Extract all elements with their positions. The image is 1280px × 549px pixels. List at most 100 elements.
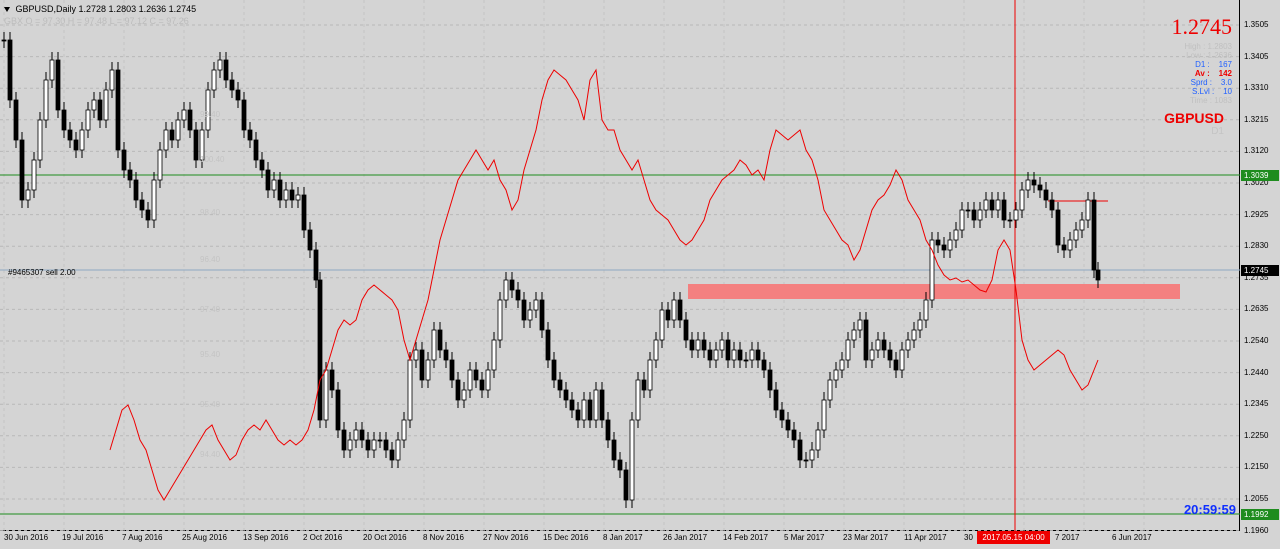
candle-body — [413, 349, 419, 361]
price-tick: 1.2250 — [1244, 430, 1269, 440]
candle-body — [815, 429, 821, 451]
candle-body — [377, 439, 383, 442]
candle-body — [383, 439, 389, 451]
candle-body — [7, 39, 13, 101]
candle-body — [455, 379, 461, 401]
candle-body — [929, 239, 935, 301]
candle-body — [557, 379, 563, 391]
candle-body — [289, 189, 295, 201]
price-tick: 1.2150 — [1244, 462, 1269, 472]
candle-body — [371, 439, 377, 451]
candle-body — [485, 369, 491, 391]
time-tick: 27 Nov 2016 — [483, 533, 529, 542]
price-chart[interactable] — [0, 0, 1240, 531]
candle-body — [821, 399, 827, 431]
candle-body — [683, 319, 689, 341]
candle-body — [461, 389, 467, 401]
price-tick: 1.3505 — [1244, 20, 1269, 29]
candle-body — [301, 194, 307, 231]
candle-body — [479, 379, 485, 391]
candle-body — [641, 379, 647, 391]
chart-area[interactable] — [0, 0, 1240, 531]
candle-body — [1095, 269, 1101, 281]
time-tick: 19 Jul 2016 — [62, 533, 104, 542]
candle-body — [1061, 244, 1067, 251]
symbol-ohlc: GBPUSD,Daily 1.2728 1.2803 1.2636 1.2745 — [15, 4, 197, 14]
candle-body — [731, 349, 737, 361]
candle-body — [941, 244, 947, 251]
candle-body — [575, 409, 581, 421]
candle-body — [1055, 209, 1061, 246]
time-tick: 5 Mar 2017 — [784, 533, 825, 542]
candle-body — [995, 199, 1001, 211]
candle-body — [521, 299, 527, 321]
candle-body — [175, 119, 181, 141]
indicator-level-label: 100.40 — [200, 155, 225, 164]
candle-body — [91, 99, 97, 111]
candle-body — [115, 69, 121, 151]
candle-body — [389, 449, 395, 461]
candle-body — [73, 139, 79, 151]
candle-body — [761, 359, 767, 371]
support-price-label: 1.1992 — [1241, 509, 1279, 520]
candle-body — [893, 359, 899, 371]
candle-body — [833, 369, 839, 381]
candle-body — [563, 389, 569, 401]
candle-body — [497, 299, 503, 341]
candle-body — [353, 429, 359, 441]
candle-body — [139, 199, 145, 211]
candle-body — [713, 349, 719, 361]
candle-body — [265, 169, 271, 191]
candle-body — [1049, 199, 1055, 211]
candle-body — [1, 39, 7, 42]
candle-body — [665, 309, 671, 321]
candle-body — [61, 109, 67, 131]
candle-body — [611, 439, 617, 461]
time-tick: 14 Feb 2017 — [723, 533, 768, 542]
candle-body — [515, 289, 521, 301]
price-tick: 1.3120 — [1244, 146, 1269, 156]
candle-body — [569, 399, 575, 411]
info-high: High : 1.2803 — [1184, 42, 1232, 51]
info-time: Time : 1083 — [1190, 96, 1232, 105]
indicator-level-label: 95.40 — [200, 350, 221, 359]
candle-body — [791, 429, 797, 441]
time-tick: 7 2017 — [1055, 533, 1080, 542]
candle-body — [773, 389, 779, 411]
candle-body — [1031, 179, 1037, 186]
candle-body — [1043, 189, 1049, 201]
clock: 20:59:59 — [1183, 502, 1236, 517]
candle-body — [1025, 179, 1031, 191]
price-tick: 1.3405 — [1244, 51, 1269, 61]
candle-body — [217, 59, 223, 71]
indicator-level-label: 95.40 — [200, 400, 221, 409]
candle-body — [635, 379, 641, 421]
candle-body — [623, 469, 629, 501]
candle-body — [437, 329, 443, 351]
candle-body — [121, 149, 127, 171]
candle-body — [323, 369, 329, 421]
candle-body — [247, 129, 253, 141]
candle-body — [109, 69, 115, 91]
crosshair-date-label: 2017.05.15 04:00 — [977, 531, 1050, 544]
price-tick: 1.2440 — [1244, 367, 1269, 377]
candle-body — [31, 159, 37, 191]
time-tick: 7 Aug 2016 — [122, 533, 163, 542]
dropdown-icon[interactable] — [4, 7, 10, 13]
info-sprd: Sprd : 3.0 — [1190, 78, 1232, 87]
candle-body — [67, 129, 73, 141]
candle-body — [1013, 209, 1019, 221]
candle-body — [857, 319, 863, 331]
order-line-label[interactable]: #9465307 sell 2.00 — [8, 268, 76, 277]
chart-header: GBPUSD,Daily 1.2728 1.2803 1.2636 1.2745 — [4, 4, 196, 14]
info-d1: D1 : 167 — [1195, 60, 1232, 69]
candle-body — [977, 209, 983, 221]
info-low: Low : 1.2636 — [1186, 51, 1232, 60]
candle-body — [923, 299, 929, 321]
candle-body — [617, 459, 623, 471]
candle-body — [271, 179, 277, 191]
candle-body — [689, 339, 695, 351]
candle-body — [1037, 184, 1043, 191]
candle-body — [317, 279, 323, 421]
candle-body — [49, 59, 55, 81]
